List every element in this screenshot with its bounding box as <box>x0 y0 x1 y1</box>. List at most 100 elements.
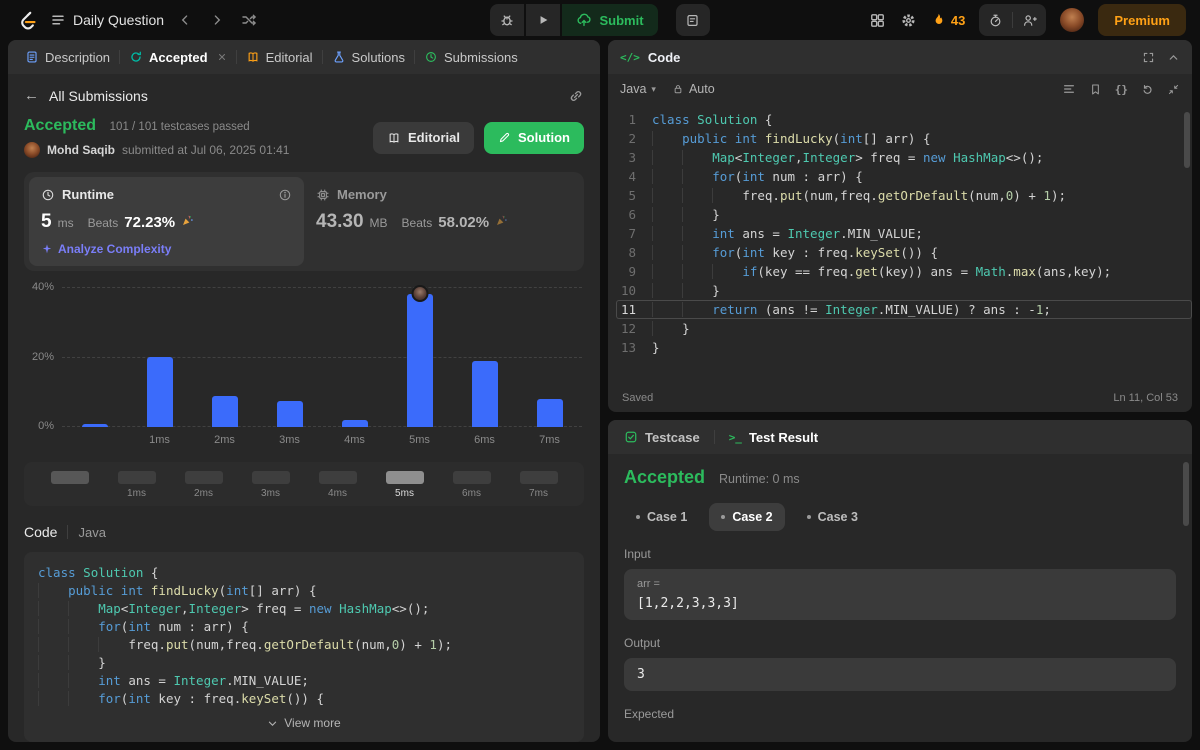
party-icon <box>183 215 193 225</box>
strip-box <box>385 471 424 484</box>
strip-box <box>519 471 558 484</box>
tab-editorial[interactable]: Editorial <box>239 40 320 74</box>
premium-button[interactable]: Premium <box>1098 4 1186 36</box>
person-add-icon <box>1024 14 1038 26</box>
analyze-complexity-link[interactable]: Analyze Complexity <box>41 242 292 256</box>
editor-line-6[interactable]: 6 } <box>616 205 1192 224</box>
case-2-label: Case 2 <box>732 510 773 524</box>
timer-button[interactable] <box>988 13 1003 28</box>
strip-item-4ms[interactable]: 4ms <box>304 471 371 500</box>
memory-beats-value: 58.02% <box>438 214 490 231</box>
chart-bar-5ms[interactable]: 5ms <box>387 285 452 450</box>
run-button[interactable] <box>526 4 561 36</box>
tab-testcase[interactable]: Testcase <box>620 430 704 445</box>
editor-line-10[interactable]: 10 } <box>616 281 1192 300</box>
strip-item-5ms[interactable]: 5ms <box>371 471 438 500</box>
runtime-card[interactable]: Runtime 5 ms Beats 72.23% Analyze Comple… <box>29 177 304 266</box>
strip-item-6ms[interactable]: 6ms <box>438 471 505 500</box>
settings-button[interactable] <box>900 12 917 29</box>
code-section-label: Code <box>24 524 58 540</box>
chevron-down-icon: ▾ <box>651 83 656 94</box>
editor-line-1[interactable]: 1 class Solution { <box>616 110 1192 129</box>
chart-bar-6ms[interactable]: 6ms <box>452 287 517 450</box>
leetcode-logo[interactable] <box>14 7 40 33</box>
prev-question-button[interactable] <box>174 9 196 31</box>
editor-line-13[interactable]: 13} <box>616 338 1192 357</box>
format-code-icon[interactable] <box>1062 82 1076 96</box>
editor-statusbar: Saved Ln 11, Col 53 <box>608 384 1192 412</box>
testcases-passed: 101 / 101 testcases passed <box>109 121 250 133</box>
close-tab-icon[interactable] <box>217 52 227 62</box>
author-name[interactable]: Mohd Saqib <box>47 143 115 157</box>
editor-line-8[interactable]: 8 for(int key : freq.keySet()) { <box>616 243 1192 262</box>
editor-line-5[interactable]: 5 freq.put(num,freq.getOrDefault(num,0) … <box>616 186 1192 205</box>
output-box[interactable]: 3 <box>624 658 1176 691</box>
auto-toggle[interactable]: Auto <box>672 82 715 96</box>
editor-line-4[interactable]: 4 for(int num : arr) { <box>616 167 1192 186</box>
tab-description[interactable]: Description <box>18 40 117 74</box>
language-selector[interactable]: Java ▾ <box>620 82 656 96</box>
collapse-panel-icon[interactable] <box>1167 51 1180 64</box>
problem-list-button[interactable]: Daily Question <box>50 12 164 28</box>
strip-item-1ms[interactable]: 1ms <box>103 471 170 500</box>
solution-button[interactable]: Solution <box>484 121 584 154</box>
editorial-button[interactable]: Editorial <box>372 121 474 154</box>
debug-icon <box>501 15 514 26</box>
result-scrollbar[interactable] <box>1183 462 1189 526</box>
editor-line-2[interactable]: 2 public int findLucky(int[] arr) { <box>616 129 1192 148</box>
info-icon[interactable] <box>278 188 292 202</box>
chart-bar-7ms[interactable]: 7ms <box>517 287 582 450</box>
notes-button[interactable] <box>675 4 710 36</box>
chart-bar-1ms[interactable]: 1ms <box>127 287 192 450</box>
braces-icon[interactable]: {} <box>1115 83 1128 96</box>
tab-test-result[interactable]: >_ Test Result <box>725 430 822 445</box>
bookmark-icon[interactable] <box>1089 83 1102 96</box>
strip-item-3ms[interactable]: 3ms <box>237 471 304 500</box>
tab-solutions[interactable]: Solutions <box>325 40 412 74</box>
tab-editorial-label: Editorial <box>265 49 313 65</box>
next-question-button[interactable] <box>206 9 228 31</box>
undo-icon[interactable] <box>1141 83 1154 96</box>
input-box[interactable]: arr = [1,2,2,3,3,3] <box>624 569 1176 620</box>
apps-grid-button[interactable] <box>869 12 886 29</box>
editor-line-9[interactable]: 9 if(key == freq.get(key)) ans = Math.ma… <box>616 262 1192 281</box>
code-text: int ans = Integer.MIN_VALUE; <box>652 224 923 243</box>
fullscreen-icon[interactable] <box>1142 51 1155 64</box>
topbar-right: 43 Premium <box>710 4 1186 36</box>
tab-submissions[interactable]: Submissions <box>417 40 525 74</box>
view-more-button[interactable]: View more <box>38 708 570 734</box>
strip-box <box>318 471 357 484</box>
chart-bar-0ms[interactable] <box>62 287 127 450</box>
invite-button[interactable] <box>1022 13 1038 28</box>
back-arrow-icon[interactable]: ← <box>24 87 39 104</box>
case-3-tab[interactable]: Case 3 <box>795 503 870 531</box>
copy-link-icon[interactable] <box>568 88 584 104</box>
editor-line-7[interactable]: 7 int ans = Integer.MIN_VALUE; <box>616 224 1192 243</box>
editor-line-12[interactable]: 12 } <box>616 319 1192 338</box>
chart-bar-2ms[interactable]: 2ms <box>192 287 257 450</box>
collapse-diagonal-icon[interactable] <box>1167 83 1180 96</box>
back-label[interactable]: All Submissions <box>49 88 148 104</box>
strip-box <box>251 471 290 484</box>
editor-line-3[interactable]: 3 Map<Integer,Integer> freq = new HashMa… <box>616 148 1192 167</box>
strip-item[interactable] <box>36 471 103 500</box>
memory-card[interactable]: Memory 43.30 MB Beats 58.02% <box>304 177 579 266</box>
editor-line-11[interactable]: 11 return (ans != Integer.MIN_VALUE) ? a… <box>616 300 1192 319</box>
strip-label: 5ms <box>395 488 414 499</box>
submit-button[interactable]: Submit <box>562 4 658 36</box>
chart-bar-3ms[interactable]: 3ms <box>257 287 322 450</box>
chart-bar-4ms[interactable]: 4ms <box>322 287 387 450</box>
daily-streak[interactable]: 43 <box>931 12 965 28</box>
user-avatar[interactable] <box>1060 8 1085 32</box>
random-question-button[interactable] <box>238 9 260 31</box>
strip-label: 1ms <box>127 488 146 499</box>
code-editor[interactable]: 1 class Solution {2 public int findLucky(… <box>608 104 1192 384</box>
editor-scrollbar[interactable] <box>1184 112 1190 168</box>
tab-accepted[interactable]: Accepted <box>122 40 234 74</box>
case-2-tab[interactable]: Case 2 <box>709 503 785 531</box>
strip-item-2ms[interactable]: 2ms <box>170 471 237 500</box>
strip-item-7ms[interactable]: 7ms <box>505 471 572 500</box>
debug-button[interactable] <box>490 4 525 36</box>
case-1-tab[interactable]: Case 1 <box>624 503 699 531</box>
line-number: 8 <box>628 245 636 260</box>
